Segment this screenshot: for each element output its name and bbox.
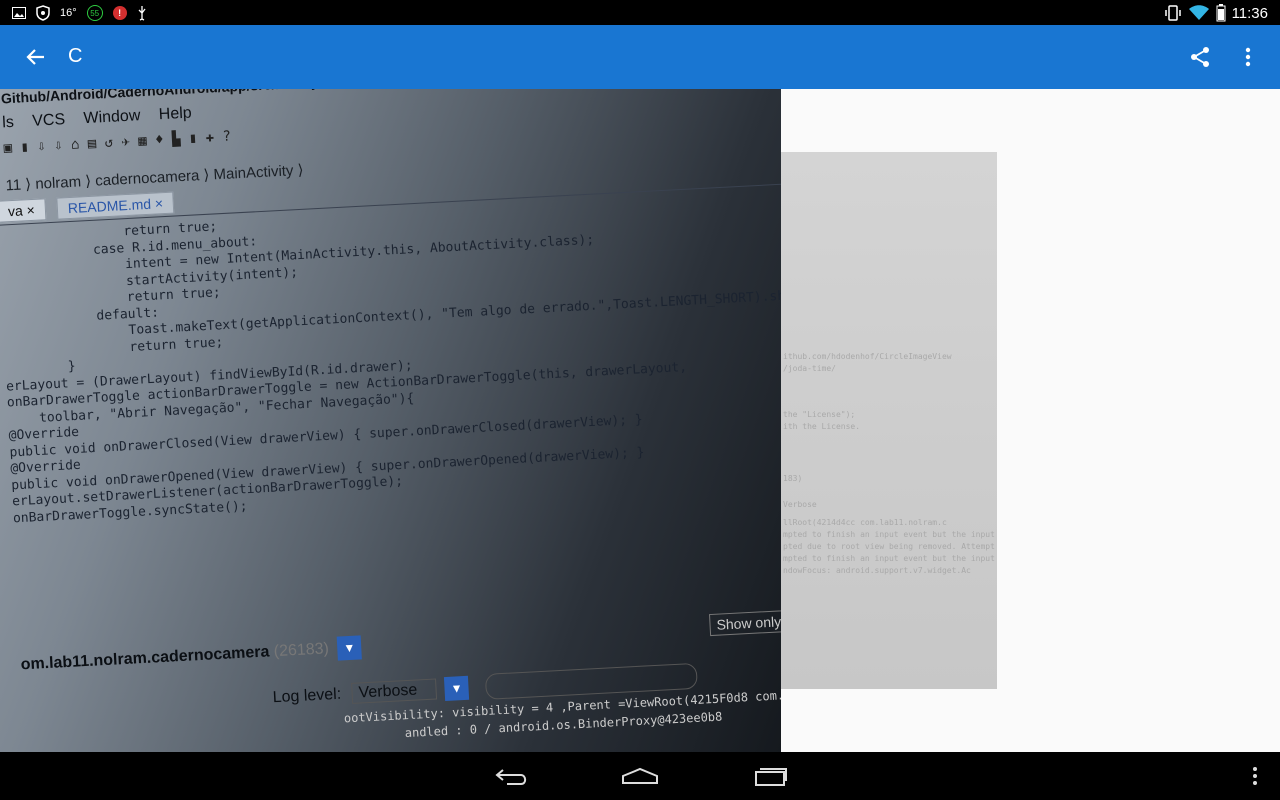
- status-bar: 16° 55 ! 11:36: [0, 0, 1280, 25]
- clock: 11:36: [1231, 4, 1268, 22]
- wifi-icon: [1188, 5, 1209, 20]
- nav-back-icon: [495, 769, 527, 785]
- chevron-down-icon: ▼: [444, 675, 470, 702]
- page-title: C: [68, 45, 83, 67]
- nav-menu-icon: [1253, 767, 1257, 785]
- image-icon: [12, 7, 26, 19]
- battery-icon: [1216, 4, 1226, 22]
- photo-next[interactable]: ithub.com/hdodenhof/CircleImageView/joda…: [781, 152, 997, 689]
- photo-current[interactable]: Github/Android/CadernoAndroid/app/src/ma…: [0, 89, 781, 752]
- nav-recents-icon: [755, 768, 787, 786]
- ghost-text-line: Verbose: [783, 500, 817, 509]
- more-vert-icon: [1245, 47, 1251, 67]
- notification-badge-count: 55: [86, 5, 103, 21]
- log-level-value: Verbose: [351, 678, 437, 705]
- ghost-text-line: 183): [783, 474, 803, 483]
- photo-content: Github/Android/CadernoAndroid/app/src/ma…: [0, 89, 781, 752]
- ghost-text-line: ndowFocus: android.support.v7.widget.Ac: [783, 566, 971, 575]
- code-block: return true; case R.id.menu_about: inten…: [0, 188, 781, 528]
- ghost-text-line: mpted to finish an input event but the i…: [783, 554, 995, 563]
- nav-recents-button[interactable]: [750, 760, 790, 792]
- alert-badge: !: [112, 6, 127, 20]
- log-level-label: Log level:: [272, 685, 342, 707]
- ghost-text-line: the "License");: [783, 410, 856, 419]
- image-viewer[interactable]: Github/Android/CadernoAndroid/app/src/ma…: [0, 89, 1280, 752]
- shield-icon: [36, 5, 50, 21]
- nav-back-button[interactable]: [492, 760, 532, 792]
- nav-home-icon: [622, 767, 658, 784]
- status-left: 16° 55 !: [12, 4, 147, 22]
- app-bar: C: [0, 25, 1280, 89]
- ghost-text-line: ithub.com/hdodenhof/CircleImageView: [783, 352, 952, 361]
- show-only-selected: Show only sele: [708, 608, 781, 637]
- overflow-menu-button[interactable]: [1232, 41, 1264, 73]
- logcat-process-name: om.lab11.nolram.cadernocamera: [20, 643, 270, 674]
- ghost-text-line: pted due to root view being removed. Att…: [783, 542, 995, 551]
- status-right: 11:36: [1164, 3, 1268, 23]
- ide-tab-readme: README.md ×: [56, 191, 175, 220]
- arrow-back-icon: [26, 49, 44, 65]
- nav-home-button[interactable]: [620, 760, 660, 792]
- ghost-text-line: /joda-time/: [783, 364, 836, 373]
- temperature: 16°: [60, 7, 77, 19]
- nav-menu-button[interactable]: [1235, 760, 1275, 792]
- navigation-bar: [0, 752, 1280, 800]
- ide-toolbar: ▣ ▮ ⇩ ⇩ ⌂ ▤ ↺ ✈ ▦ ♦ ▙ ▮ ✚ ?: [3, 128, 232, 157]
- back-button[interactable]: [20, 41, 52, 73]
- logcat-pid: (26183): [273, 640, 330, 661]
- ide-menu: ls VCS Window Help: [1, 104, 193, 132]
- share-button[interactable]: [1184, 41, 1216, 73]
- vibrate-icon: [1164, 5, 1181, 21]
- share-icon: [1191, 47, 1209, 67]
- ide-tab-java: va ×: [0, 198, 47, 223]
- ghost-text-line: ith the License.: [783, 422, 861, 431]
- chevron-down-icon: ▼: [336, 635, 362, 661]
- usb-icon: [138, 6, 146, 21]
- ghost-text-line: mpted to finish an input event but the i…: [783, 530, 995, 539]
- ghost-text-line: llRoot(4214d4cc com.lab11.nolram.c: [783, 518, 947, 527]
- logcat-process: om.lab11.nolram.cadernocamera (26183) ▼: [20, 635, 362, 677]
- ide-title-path: Github/Android/CadernoAndroid/app/src/ma…: [1, 89, 777, 106]
